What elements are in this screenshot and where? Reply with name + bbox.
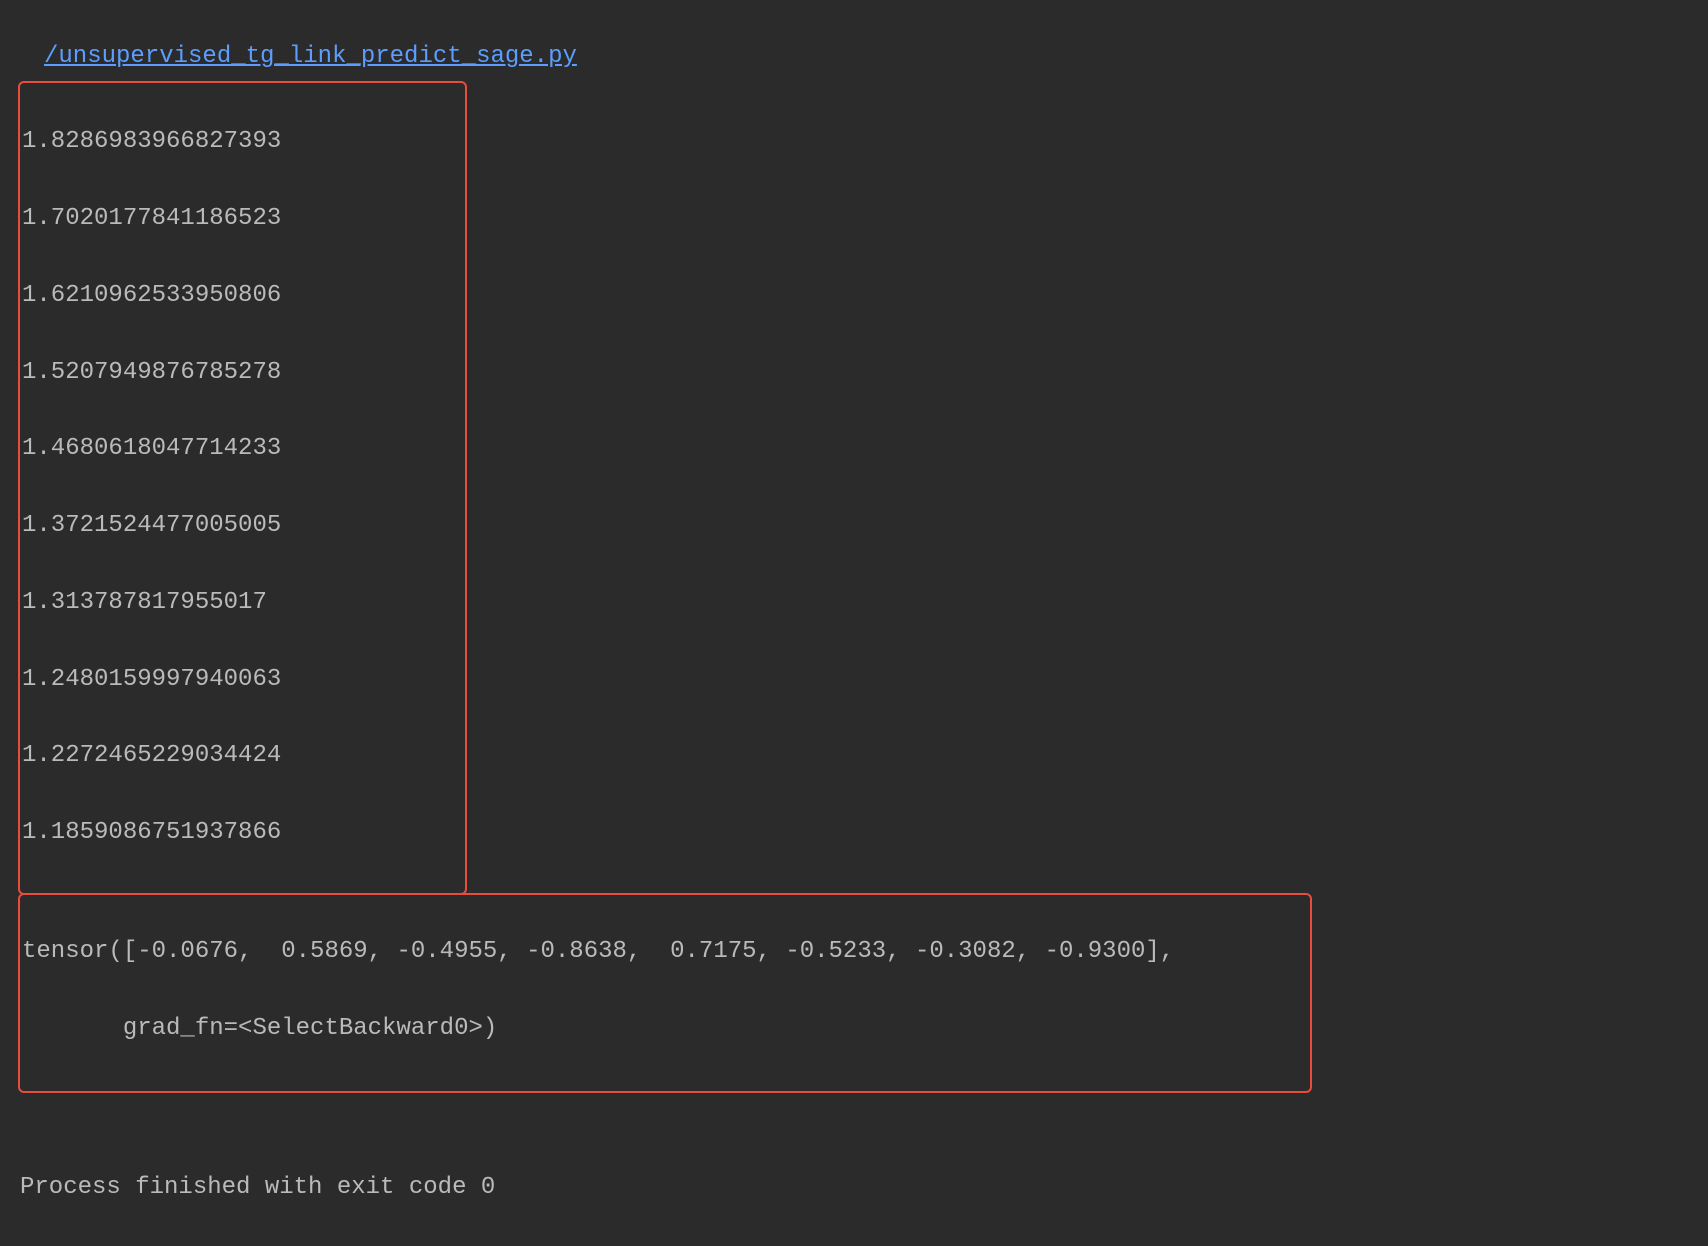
- loss-value: 1.6210962533950806: [22, 277, 465, 315]
- loss-value: 1.2480159997940063: [22, 661, 465, 699]
- loss-value: 1.7020177841186523: [22, 200, 465, 238]
- tensor-output-line: tensor([-0.0676, 0.5869, -0.4955, -0.863…: [22, 933, 1310, 971]
- loss-value: 1.1859086751937866: [22, 814, 465, 852]
- loss-values-highlight: 1.8286983966827393 1.7020177841186523 1.…: [18, 81, 467, 895]
- tensor-output-highlight: tensor([-0.0676, 0.5869, -0.4955, -0.863…: [18, 893, 1312, 1093]
- console-output: /unsupervised_tg_link_predict_sage.py 1.…: [0, 0, 1708, 1246]
- file-path-link[interactable]: /unsupervised_tg_link_predict_sage.py: [20, 43, 577, 70]
- loss-value: 1.3721524477005005: [22, 507, 465, 545]
- loss-value: 1.8286983966827393: [22, 123, 465, 161]
- loss-value: 1.313787817955017: [22, 584, 465, 622]
- exit-status: Process finished with exit code 0: [20, 1169, 1688, 1207]
- loss-value: 1.2272465229034424: [22, 737, 465, 775]
- tensor-output-line: grad_fn=<SelectBackward0>): [22, 1010, 1310, 1048]
- loss-value: 1.4680618047714233: [22, 430, 465, 468]
- loss-value: 1.5207949876785278: [22, 354, 465, 392]
